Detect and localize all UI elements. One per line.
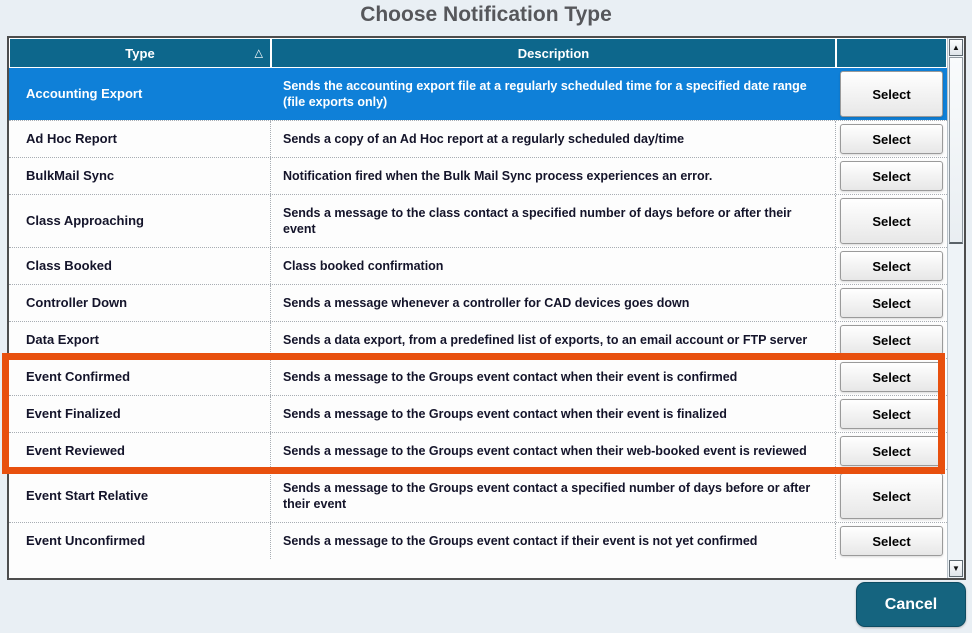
select-button[interactable]: Select bbox=[840, 362, 943, 392]
page-title: Choose Notification Type bbox=[0, 3, 972, 27]
select-cell: Select bbox=[836, 359, 947, 395]
table-row[interactable]: Controller Down Sends a message whenever… bbox=[9, 284, 947, 321]
type-cell: Data Export bbox=[9, 322, 271, 358]
type-cell: Class Booked bbox=[9, 248, 271, 284]
select-cell: Select bbox=[836, 195, 947, 247]
table-row[interactable]: Class Booked Class booked confirmation S… bbox=[9, 247, 947, 284]
scroll-up-icon[interactable]: ▲ bbox=[949, 39, 963, 56]
table-row[interactable]: Event Reviewed Sends a message to the Gr… bbox=[9, 432, 947, 469]
select-button[interactable]: Select bbox=[840, 399, 943, 429]
type-cell: Ad Hoc Report bbox=[9, 121, 271, 157]
type-column-header[interactable]: Type △ bbox=[9, 38, 271, 68]
type-cell: Event Confirmed bbox=[9, 359, 271, 395]
notification-type-table: Type △ Description Accounting Export Sen… bbox=[7, 36, 966, 580]
table-row[interactable]: Accounting Export Sends the accounting e… bbox=[9, 68, 947, 120]
vertical-scrollbar[interactable]: ▲ ▼ bbox=[947, 38, 964, 578]
table-row[interactable]: Ad Hoc Report Sends a copy of an Ad Hoc … bbox=[9, 120, 947, 157]
select-button[interactable]: Select bbox=[840, 526, 943, 556]
description-cell: Class booked confirmation bbox=[271, 248, 836, 284]
type-cell: BulkMail Sync bbox=[9, 158, 271, 194]
type-cell: Controller Down bbox=[9, 285, 271, 321]
description-cell: Sends a message to the Groups event cont… bbox=[271, 359, 836, 395]
description-cell: Sends a message to the Groups event cont… bbox=[271, 470, 836, 522]
select-cell: Select bbox=[836, 158, 947, 194]
select-cell: Select bbox=[836, 121, 947, 157]
table-row[interactable]: Event Unconfirmed Sends a message to the… bbox=[9, 522, 947, 559]
type-cell: Event Start Relative bbox=[9, 470, 271, 522]
select-button[interactable]: Select bbox=[840, 71, 943, 117]
select-button[interactable]: Select bbox=[840, 161, 943, 191]
select-button[interactable]: Select bbox=[840, 198, 943, 244]
description-column-header[interactable]: Description bbox=[271, 38, 836, 68]
type-cell: Class Approaching bbox=[9, 195, 271, 247]
type-cell: Accounting Export bbox=[9, 68, 271, 120]
table-row[interactable]: Event Confirmed Sends a message to the G… bbox=[9, 358, 947, 395]
select-cell: Select bbox=[836, 322, 947, 358]
description-cell: Sends a message to the class contact a s… bbox=[271, 195, 836, 247]
table-grid: Type △ Description Accounting Export Sen… bbox=[9, 38, 947, 578]
cancel-button[interactable]: Cancel bbox=[856, 582, 966, 627]
description-cell: Notification fired when the Bulk Mail Sy… bbox=[271, 158, 836, 194]
description-cell: Sends a message to the Groups event cont… bbox=[271, 523, 836, 559]
select-button[interactable]: Select bbox=[840, 473, 943, 519]
description-cell: Sends a copy of an Ad Hoc report at a re… bbox=[271, 121, 836, 157]
description-cell: Sends a message whenever a controller fo… bbox=[271, 285, 836, 321]
select-cell: Select bbox=[836, 248, 947, 284]
table-row[interactable]: Event Finalized Sends a message to the G… bbox=[9, 395, 947, 432]
select-cell: Select bbox=[836, 470, 947, 522]
type-cell: Event Finalized bbox=[9, 396, 271, 432]
choose-notification-dialog: Choose Notification Type Type △ Descript… bbox=[0, 0, 972, 633]
select-cell: Select bbox=[836, 433, 947, 469]
select-cell: Select bbox=[836, 396, 947, 432]
type-cell: Event Reviewed bbox=[9, 433, 271, 469]
table-row[interactable]: Data Export Sends a data export, from a … bbox=[9, 321, 947, 358]
table-row[interactable]: Class Approaching Sends a message to the… bbox=[9, 194, 947, 247]
description-column-label: Description bbox=[518, 46, 590, 61]
select-cell: Select bbox=[836, 285, 947, 321]
select-column-header bbox=[836, 38, 947, 68]
select-button[interactable]: Select bbox=[840, 124, 943, 154]
select-button[interactable]: Select bbox=[840, 325, 943, 355]
type-cell: Event Unconfirmed bbox=[9, 523, 271, 559]
sort-ascending-icon: △ bbox=[255, 47, 263, 60]
table-row[interactable]: BulkMail Sync Notification fired when th… bbox=[9, 157, 947, 194]
select-button[interactable]: Select bbox=[840, 436, 943, 466]
select-cell: Select bbox=[836, 68, 947, 120]
table-header-row: Type △ Description bbox=[9, 38, 947, 68]
select-cell: Select bbox=[836, 523, 947, 559]
description-cell: Sends a message to the Groups event cont… bbox=[271, 433, 836, 469]
table-body: Accounting Export Sends the accounting e… bbox=[9, 68, 947, 578]
table-row[interactable]: Event Start Relative Sends a message to … bbox=[9, 469, 947, 522]
select-button[interactable]: Select bbox=[840, 288, 943, 318]
type-column-label: Type bbox=[125, 46, 154, 61]
description-cell: Sends the accounting export file at a re… bbox=[271, 68, 836, 120]
description-cell: Sends a message to the Groups event cont… bbox=[271, 396, 836, 432]
scroll-down-icon[interactable]: ▼ bbox=[949, 560, 963, 577]
scrollbar-thumb[interactable] bbox=[949, 57, 963, 244]
description-cell: Sends a data export, from a predefined l… bbox=[271, 322, 836, 358]
select-button[interactable]: Select bbox=[840, 251, 943, 281]
